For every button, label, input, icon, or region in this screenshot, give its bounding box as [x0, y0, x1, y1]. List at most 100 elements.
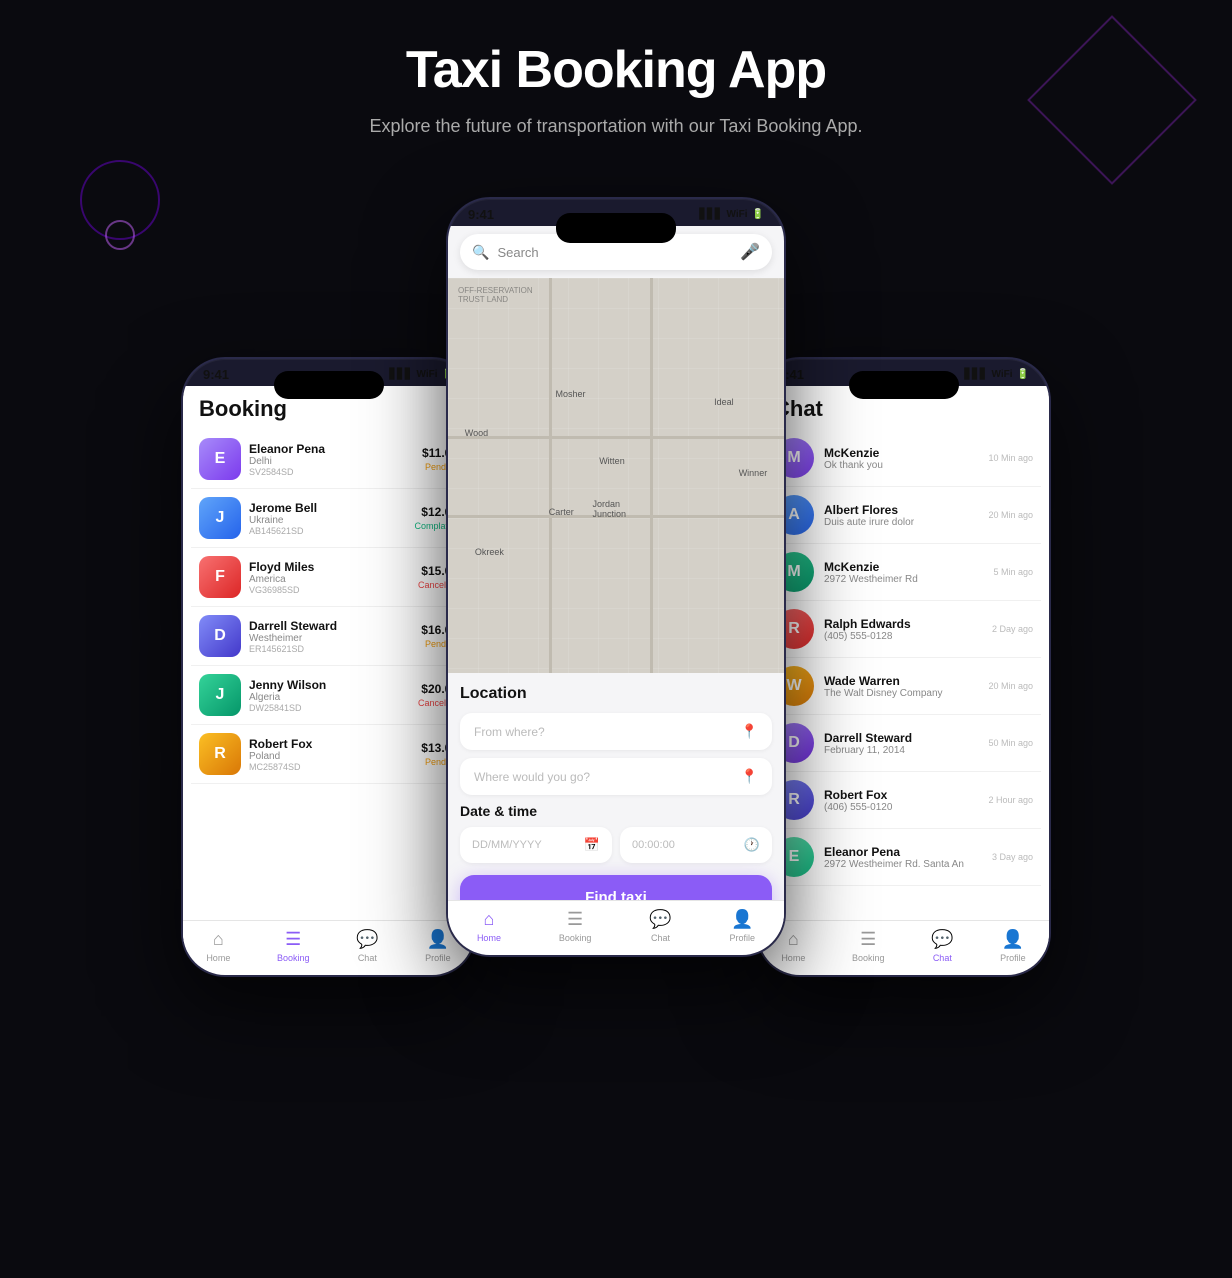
chat-name: McKenzie: [824, 446, 978, 460]
bottom-nav-left: ⌂ Home ☰ Booking 💬 Chat 👤 Profile: [183, 920, 474, 975]
from-input[interactable]: From where? 📍: [460, 713, 772, 750]
chat-message: 2972 Westheimer Rd: [824, 574, 983, 585]
chat-item[interactable]: E Eleanor Pena 2972 Westheimer Rd. Santa…: [766, 829, 1041, 886]
status-time-center: 9:41: [468, 207, 494, 222]
booking-id: ER145621SD: [249, 644, 413, 654]
nav-item-home[interactable]: ⌂ Home: [206, 929, 230, 963]
chat-list: M McKenzie Ok thank you 10 Min ago A Alb…: [758, 430, 1049, 952]
nav-item-home[interactable]: ⌂ Home: [477, 909, 501, 943]
date-input[interactable]: DD/MM/YYYY 📅: [460, 827, 612, 863]
nav-icon-home: ⌂: [484, 909, 495, 930]
booking-item[interactable]: F Floyd Miles America VG36985SD $15.00 C…: [191, 548, 466, 607]
booking-item[interactable]: J Jerome Bell Ukraine AB145621SD $12.00 …: [191, 489, 466, 548]
chat-message: (406) 555-0120: [824, 802, 978, 813]
chat-message: The Walt Disney Company: [824, 688, 978, 699]
nav-icon-profile: 👤: [731, 909, 753, 930]
nav-label-profile: Profile: [730, 933, 756, 943]
nav-item-booking[interactable]: ☰ Booking: [559, 909, 592, 943]
wifi-icon-r: WiFi: [992, 369, 1013, 380]
booking-id: DW25841SD: [249, 703, 410, 713]
to-pin-icon: 📍: [741, 768, 758, 785]
chat-message: Ok thank you: [824, 460, 978, 471]
search-icon: 🔍: [472, 244, 489, 261]
nav-item-profile[interactable]: 👤 Profile: [1000, 929, 1026, 963]
status-icons-right: ▋▋▋ WiFi 🔋: [964, 369, 1029, 380]
nav-item-chat[interactable]: 💬 Chat: [356, 929, 378, 963]
avatar-initial: D: [199, 615, 241, 657]
chat-time: 2 Day ago: [992, 624, 1033, 634]
nav-item-home[interactable]: ⌂ Home: [781, 929, 805, 963]
nav-item-booking[interactable]: ☰ Booking: [852, 929, 885, 963]
mic-icon[interactable]: 🎤: [740, 242, 760, 262]
from-pin-icon: 📍: [741, 723, 758, 740]
chat-item[interactable]: D Darrell Steward February 11, 2014 50 M…: [766, 715, 1041, 772]
nav-item-profile[interactable]: 👤 Profile: [425, 929, 451, 963]
nav-item-chat[interactable]: 💬 Chat: [931, 929, 953, 963]
booking-avatar: J: [199, 674, 241, 716]
booking-item[interactable]: R Robert Fox Poland MC25874SD $13.00 Pen…: [191, 725, 466, 784]
status-time-left: 9:41: [203, 367, 229, 382]
nav-item-chat[interactable]: 💬 Chat: [649, 909, 671, 943]
chat-info: Albert Flores Duis aute irure dolor: [824, 503, 978, 528]
chat-message: February 11, 2014: [824, 745, 978, 756]
booking-id: MC25874SD: [249, 762, 413, 772]
booking-info: Robert Fox Poland MC25874SD: [249, 737, 413, 772]
chat-info: Darrell Steward February 11, 2014: [824, 731, 978, 756]
time-input[interactable]: 00:00:00 🕐: [620, 827, 772, 863]
chat-time: 3 Day ago: [992, 852, 1033, 862]
booking-item[interactable]: E Eleanor Pena Delhi SV2584SD $11.00 Pen…: [191, 430, 466, 489]
nav-label-chat: Chat: [933, 953, 952, 963]
nav-icon-chat: 💬: [356, 929, 378, 950]
booking-location: Delhi: [249, 456, 414, 467]
booking-location: Westheimer: [249, 633, 413, 644]
status-icons-left: ▋▋▋ WiFi 🔋: [389, 369, 454, 380]
chat-item[interactable]: M McKenzie 2972 Westheimer Rd 5 Min ago: [766, 544, 1041, 601]
clock-icon: 🕐: [744, 837, 760, 853]
booking-avatar: J: [199, 497, 241, 539]
nav-item-booking[interactable]: ☰ Booking: [277, 929, 310, 963]
nav-icon-home: ⌂: [788, 929, 799, 950]
map-label-mosher: Mosher: [556, 389, 586, 399]
chat-item[interactable]: W Wade Warren The Walt Disney Company 20…: [766, 658, 1041, 715]
chat-item[interactable]: R Ralph Edwards (405) 555-0128 2 Day ago: [766, 601, 1041, 658]
nav-label-booking: Booking: [559, 933, 592, 943]
chat-name: Eleanor Pena: [824, 845, 982, 859]
chat-info: McKenzie Ok thank you: [824, 446, 978, 471]
map-area: OFF-RESERVATIONTRUST LAND Ideal Wood Mos…: [448, 278, 784, 673]
nav-icon-booking: ☰: [567, 909, 583, 930]
chat-info: McKenzie 2972 Westheimer Rd: [824, 560, 983, 585]
chat-title: Chat: [774, 396, 1033, 422]
nav-icon-booking: ☰: [860, 929, 876, 950]
nav-label-booking: Booking: [852, 953, 885, 963]
map-road-v1: [549, 278, 552, 673]
map-label-wood: Wood: [465, 428, 488, 438]
booking-location: Ukraine: [249, 515, 406, 526]
booking-name: Robert Fox: [249, 737, 413, 751]
booking-location: Algeria: [249, 692, 410, 703]
location-form: Location From where? 📍 Where would you g…: [448, 673, 784, 932]
wifi-icon-c: WiFi: [727, 209, 748, 220]
search-input[interactable]: Search: [497, 245, 732, 260]
chat-name: McKenzie: [824, 560, 983, 574]
nav-icon-profile: 👤: [1002, 929, 1024, 950]
avatar-initial: R: [199, 733, 241, 775]
map-label-okreek: Okreek: [475, 547, 504, 557]
to-input[interactable]: Where would you go? 📍: [460, 758, 772, 795]
chat-item[interactable]: M McKenzie Ok thank you 10 Min ago: [766, 430, 1041, 487]
home-screen: 🔍 Search 🎤 OFF-RESERVATIONTRUST LAND Ide…: [448, 226, 784, 932]
booking-item[interactable]: J Jenny Wilson Algeria DW25841SD $20.00 …: [191, 666, 466, 725]
chat-name: Darrell Steward: [824, 731, 978, 745]
booking-info: Darrell Steward Westheimer ER145621SD: [249, 619, 413, 654]
booking-item[interactable]: D Darrell Steward Westheimer ER145621SD …: [191, 607, 466, 666]
chat-item[interactable]: A Albert Flores Duis aute irure dolor 20…: [766, 487, 1041, 544]
chat-time: 50 Min ago: [988, 738, 1033, 748]
wifi-icon: WiFi: [417, 369, 438, 380]
chat-name: Albert Flores: [824, 503, 978, 517]
chat-time: 20 Min ago: [988, 510, 1033, 520]
chat-screen: Chat M McKenzie Ok thank you 10 Min ago …: [758, 386, 1049, 952]
page-title: Taxi Booking App: [406, 40, 826, 100]
bottom-nav-right: ⌂ Home ☰ Booking 💬 Chat 👤 Profile: [758, 920, 1049, 975]
chat-info: Ralph Edwards (405) 555-0128: [824, 617, 982, 642]
nav-item-profile[interactable]: 👤 Profile: [730, 909, 756, 943]
chat-item[interactable]: R Robert Fox (406) 555-0120 2 Hour ago: [766, 772, 1041, 829]
